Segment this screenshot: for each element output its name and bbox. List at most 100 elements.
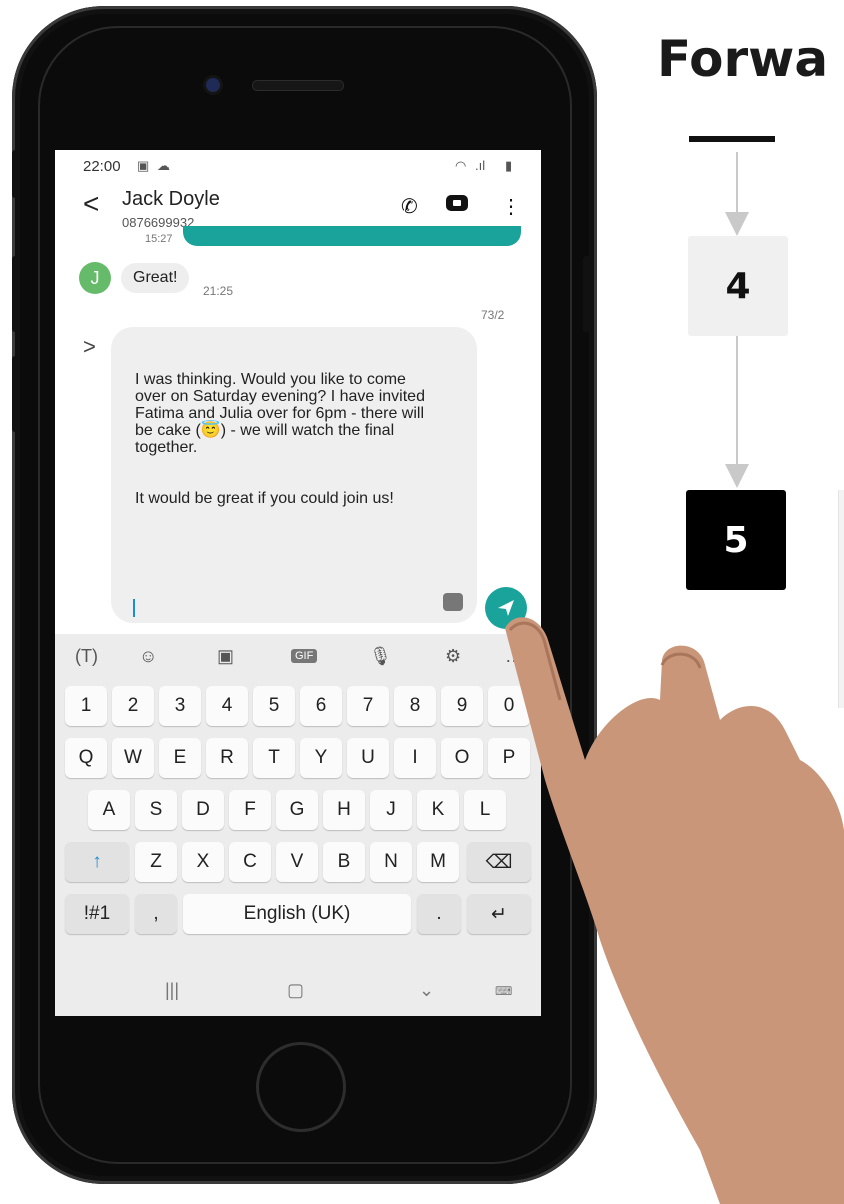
keyboard-switch-icon[interactable]: ⌨ [495, 984, 512, 998]
phone-call-icon[interactable]: ✆ [401, 194, 418, 219]
send-icon [498, 600, 514, 616]
expand-icon[interactable]: > [83, 334, 96, 360]
previous-sent-bubble [183, 226, 521, 246]
wifi-icon: ◠ [455, 158, 467, 173]
title-underline [689, 136, 775, 142]
recent-apps-icon[interactable]: ||| [165, 980, 179, 1001]
comma-key[interactable]: , [135, 894, 177, 934]
page-title: Forwa [657, 30, 829, 88]
key-z[interactable]: Z [135, 842, 177, 882]
battery-icon: ▮ [505, 158, 513, 173]
shift-key[interactable]: ↑ [65, 842, 129, 882]
microphone-icon[interactable]: 🎙 [369, 646, 392, 667]
key-1[interactable]: 1 [65, 686, 107, 726]
connector-line [736, 152, 738, 216]
key-2[interactable]: 2 [112, 686, 154, 726]
enter-key[interactable]: ↵ [467, 894, 531, 934]
period-key[interactable]: . [417, 894, 461, 934]
key-f[interactable]: F [229, 790, 271, 830]
video-call-icon[interactable] [446, 194, 468, 218]
key-7[interactable]: 7 [347, 686, 389, 726]
key-c[interactable]: C [229, 842, 271, 882]
home-nav-icon[interactable]: ▢ [287, 980, 304, 1001]
message-time: 21:25 [203, 284, 234, 298]
step-4-box: 4 [688, 236, 788, 336]
message-input[interactable]: I was thinking. Would you like to come o… [111, 327, 477, 623]
key-v[interactable]: V [276, 842, 318, 882]
settings-gear-icon[interactable]: ⚙ [445, 646, 461, 667]
conversation-header: < Jack Doyle 0876699932 ✆ ⋮ [55, 180, 541, 232]
signal-icon: .ıl [475, 158, 486, 173]
status-bar: 22:00 ▣ ☁ ◠ .ıl ▮ [55, 150, 541, 180]
more-options-icon[interactable]: ⋮ [501, 194, 521, 219]
backspace-key[interactable]: ⌫ [467, 842, 531, 882]
key-p[interactable]: P [488, 738, 530, 778]
text-cursor [133, 599, 135, 617]
gallery-icon: ▣ [137, 158, 150, 173]
symbols-key[interactable]: !#1 [65, 894, 129, 934]
sticker-icon[interactable] [443, 593, 463, 611]
key-u[interactable]: U [347, 738, 389, 778]
key-j[interactable]: J [370, 790, 412, 830]
message-draft-text[interactable]: I was thinking. Would you like to come o… [135, 371, 425, 507]
nav-bar: ||| ▢ ⌄ ⌨ [55, 966, 541, 1016]
connector-line [736, 336, 738, 466]
speaker-grille [252, 80, 344, 91]
key-e[interactable]: E [159, 738, 201, 778]
space-key[interactable]: English (UK) [183, 894, 411, 934]
key-i[interactable]: I [394, 738, 436, 778]
emoji-icon[interactable]: ☺ [139, 646, 157, 667]
volume-down-button [12, 356, 20, 432]
gif-icon[interactable]: GIF [291, 649, 318, 663]
mute-switch [12, 150, 20, 198]
character-counter: 73/2 [481, 308, 505, 322]
more-icon[interactable]: … [505, 646, 523, 667]
key-w[interactable]: W [112, 738, 154, 778]
key-k[interactable]: K [417, 790, 459, 830]
power-button [583, 256, 591, 332]
key-m[interactable]: M [417, 842, 459, 882]
key-8[interactable]: 8 [394, 686, 436, 726]
keyboard: (T) ☺ ▣ GIF 🎙 ⚙ … 1234567890 QWERTYUIOP AS… [55, 634, 541, 1016]
hide-keyboard-icon[interactable]: ⌄ [419, 980, 434, 1001]
key-q[interactable]: Q [65, 738, 107, 778]
key-0[interactable]: 0 [488, 686, 530, 726]
message-time: 15:27 [145, 233, 173, 245]
key-4[interactable]: 4 [206, 686, 248, 726]
arrow-down-icon [725, 212, 749, 236]
key-y[interactable]: Y [300, 738, 342, 778]
key-9[interactable]: 9 [441, 686, 483, 726]
status-time: 22:00 [83, 158, 121, 175]
side-panel [838, 490, 844, 708]
back-button[interactable]: < [83, 190, 99, 218]
key-g[interactable]: G [276, 790, 318, 830]
key-a[interactable]: A [88, 790, 130, 830]
send-button[interactable] [485, 587, 527, 629]
sticker-icon[interactable]: ▣ [217, 646, 234, 667]
avatar[interactable]: J [79, 262, 111, 294]
key-s[interactable]: S [135, 790, 177, 830]
key-x[interactable]: X [182, 842, 224, 882]
contact-name[interactable]: Jack Doyle [122, 188, 220, 211]
keyboard-toolbar: (T) ☺ ▣ GIF 🎙 ⚙ … [55, 634, 541, 678]
key-o[interactable]: O [441, 738, 483, 778]
key-r[interactable]: R [206, 738, 248, 778]
arrow-down-icon [725, 464, 749, 488]
step-5-box: 5 [686, 490, 786, 590]
key-n[interactable]: N [370, 842, 412, 882]
incoming-message[interactable]: Great! [121, 263, 190, 293]
phone-screen: 22:00 ▣ ☁ ◠ .ıl ▮ < Jack Doyle 087669993… [55, 150, 541, 1016]
key-5[interactable]: 5 [253, 686, 295, 726]
key-h[interactable]: H [323, 790, 365, 830]
key-b[interactable]: B [323, 842, 365, 882]
volume-up-button [12, 256, 20, 332]
key-d[interactable]: D [182, 790, 224, 830]
camera-icon [206, 78, 220, 92]
key-3[interactable]: 3 [159, 686, 201, 726]
key-6[interactable]: 6 [300, 686, 342, 726]
home-button[interactable] [256, 1042, 346, 1132]
key-l[interactable]: L [464, 790, 506, 830]
cloud-icon: ☁ [157, 158, 170, 173]
translate-icon[interactable]: (T) [75, 646, 98, 667]
key-t[interactable]: T [253, 738, 295, 778]
